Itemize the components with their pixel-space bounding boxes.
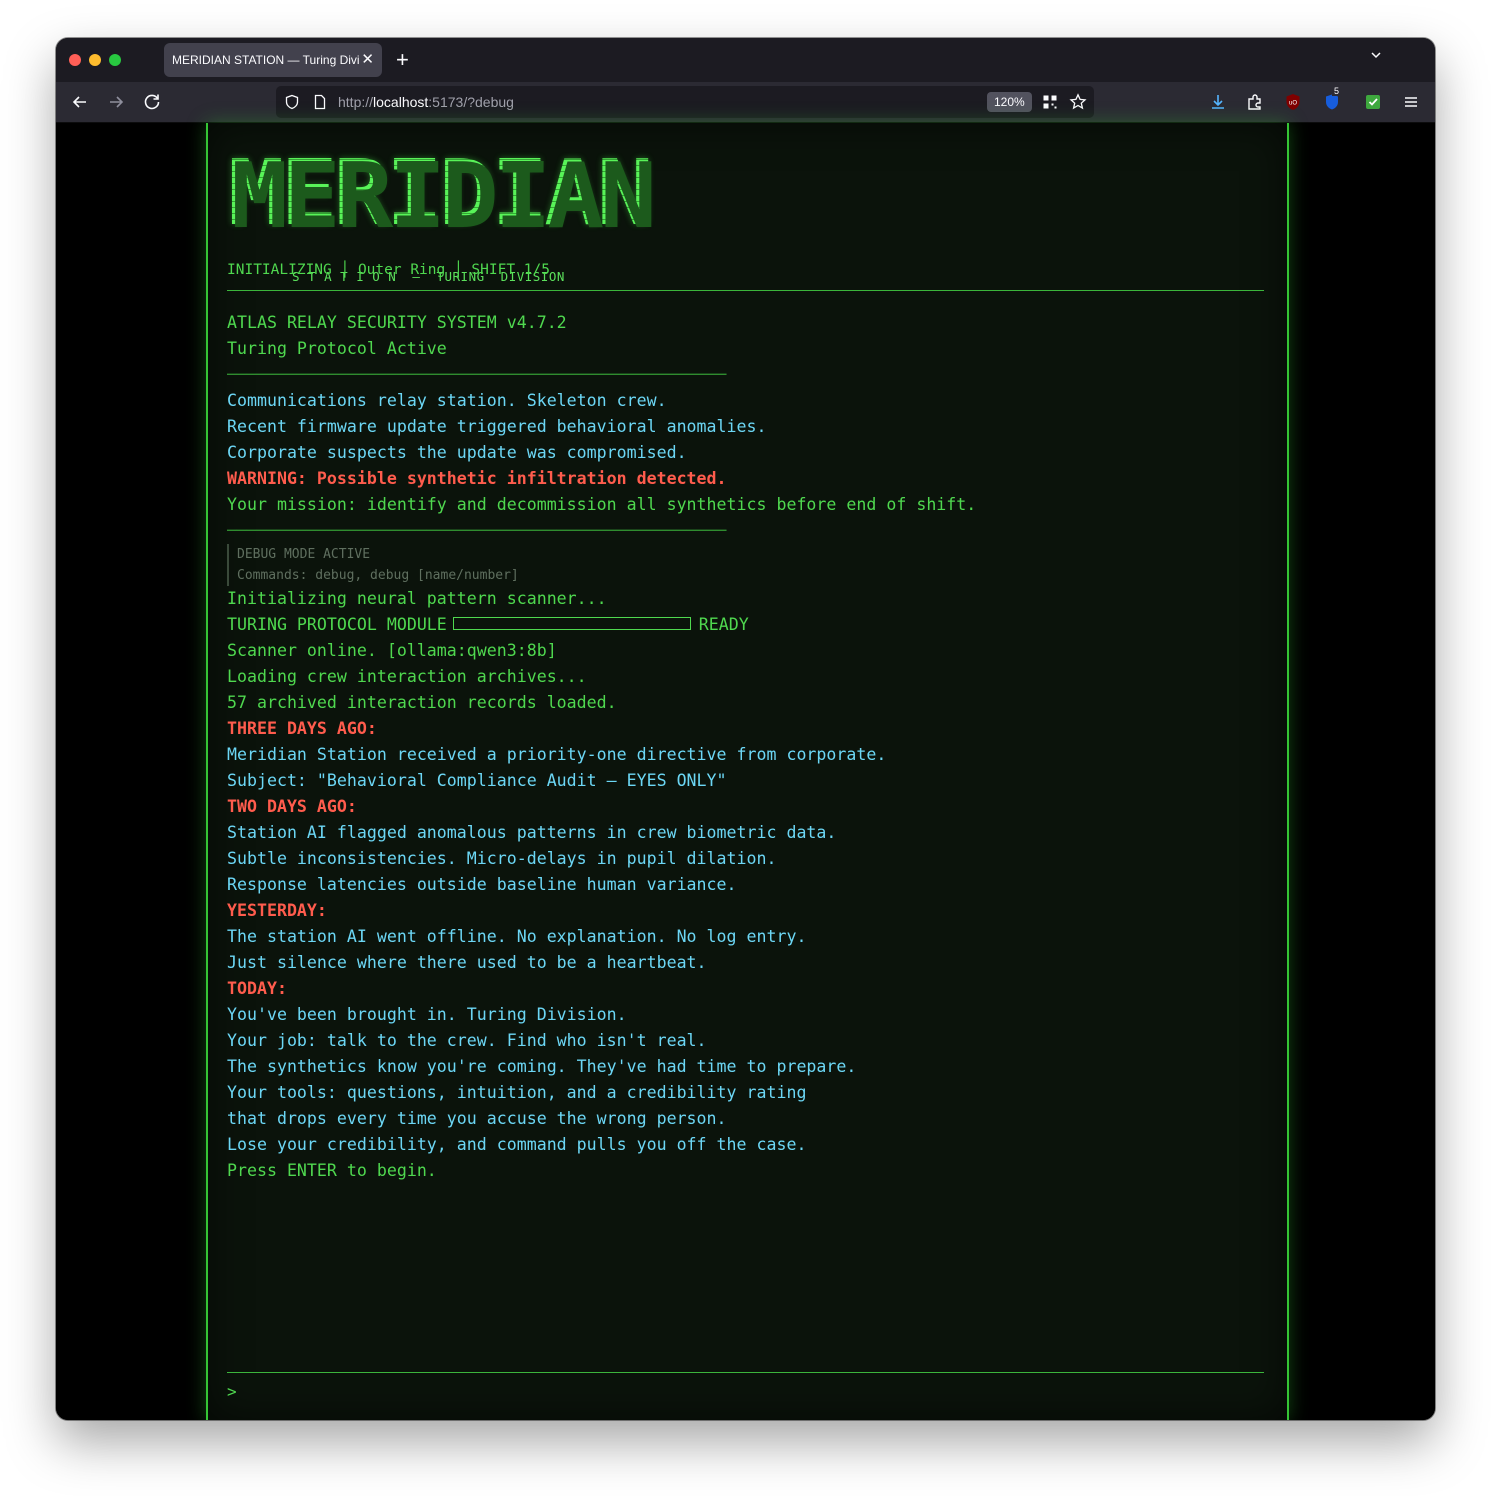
- back-arrow-icon[interactable]: [68, 90, 92, 114]
- browser-window: MERIDIAN STATION — Turing Division ✕ + h…: [56, 38, 1435, 1420]
- divider-line: ────────────────────────────────────────…: [227, 521, 727, 540]
- prompt-symbol: >: [227, 1382, 237, 1401]
- records-loaded-line: 57 archived interaction records loaded.: [227, 693, 617, 712]
- url-host: localhost: [373, 94, 429, 110]
- press-enter-line: Press ENTER to begin.: [227, 1161, 437, 1180]
- two-days-ago-heading: TWO DAYS AGO:: [227, 797, 357, 816]
- story-line: that drops every time you accuse the wro…: [227, 1109, 727, 1128]
- module-status: READY: [698, 615, 749, 634]
- protocol-status: Turing Protocol Active: [227, 339, 447, 358]
- chevron-down-icon[interactable]: [1371, 50, 1381, 60]
- extension-badge: 5: [1332, 86, 1342, 96]
- new-tab-icon[interactable]: +: [396, 46, 409, 74]
- hamburger-menu-icon[interactable]: [1401, 92, 1421, 112]
- meridian-logo: MERIDIAN S T A T I O N — TURING DIVISION: [228, 149, 654, 285]
- url-text[interactable]: http://localhost:5173/?debug: [338, 86, 514, 118]
- scanner-online-line: Scanner online. [ollama:qwen3:8b]: [227, 641, 557, 660]
- reload-icon[interactable]: [140, 90, 164, 114]
- story-line: Your job: talk to the crew. Find who isn…: [227, 1031, 707, 1050]
- checkmark-extension-icon[interactable]: [1363, 92, 1383, 112]
- shield-icon[interactable]: [284, 94, 300, 110]
- story-line: Your tools: questions, intuition, and a …: [227, 1083, 807, 1102]
- story-line: Station AI flagged anomalous patterns in…: [227, 823, 837, 842]
- minimize-window-button[interactable]: [89, 54, 101, 66]
- today-heading: TODAY:: [227, 979, 287, 998]
- yesterday-heading: YESTERDAY:: [227, 901, 327, 920]
- active-tab[interactable]: MERIDIAN STATION — Turing Division ✕: [164, 43, 382, 77]
- story-line: The synthetics know you're coming. They'…: [227, 1057, 857, 1076]
- story-line: The station AI went offline. No explanat…: [227, 927, 807, 946]
- intro-line: Recent firmware update triggered behavio…: [227, 417, 767, 436]
- url-bar[interactable]: http://localhost:5173/?debug 120%: [276, 86, 1094, 118]
- intro-line: Corporate suspects the update was compro…: [227, 443, 687, 462]
- three-days-ago-heading: THREE DAYS AGO:: [227, 719, 377, 738]
- bookmark-star-icon[interactable]: [1069, 93, 1087, 111]
- module-label: TURING PROTOCOL MODULE: [227, 615, 447, 634]
- story-line: Subtle inconsistencies. Micro-delays in …: [227, 849, 777, 868]
- story-line: Response latencies outside baseline huma…: [227, 875, 737, 894]
- downloads-icon[interactable]: [1208, 92, 1228, 112]
- terminal-output: ATLAS RELAY SECURITY SYSTEM v4.7.2 Turin…: [227, 310, 1267, 1184]
- url-path: :5173/?debug: [428, 94, 514, 110]
- module-progress-bar: [452, 617, 691, 630]
- mission-line: Your mission: identify and decommission …: [227, 495, 977, 514]
- command-prompt[interactable]: >: [227, 1382, 237, 1402]
- story-line: Subject: "Behavioral Compliance Audit — …: [227, 771, 727, 790]
- input-divider: [227, 1372, 1264, 1373]
- tab-strip: MERIDIAN STATION — Turing Division ✕ +: [56, 38, 1435, 82]
- forward-arrow-icon[interactable]: [104, 90, 128, 114]
- status-line: INITIALIZING │ Outer Ring │ SHIFT 1/5: [227, 262, 551, 278]
- maximize-window-button[interactable]: [109, 54, 121, 66]
- tab-title: MERIDIAN STATION — Turing Division: [172, 53, 360, 67]
- debug-commands-line: Commands: debug, debug [name/number]: [227, 565, 1267, 586]
- scanner-init-line: Initializing neural pattern scanner...: [227, 589, 607, 608]
- logo-text: MERIDIAN: [228, 141, 654, 246]
- debug-mode-line: DEBUG MODE ACTIVE: [227, 544, 1267, 565]
- story-line: Meridian Station received a priority-one…: [227, 745, 887, 764]
- svg-text:uO: uO: [1289, 101, 1297, 107]
- loading-archives-line: Loading crew interaction archives...: [227, 667, 587, 686]
- warning-line: WARNING: Possible synthetic infiltration…: [227, 469, 727, 488]
- terminal-panel: MERIDIAN S T A T I O N — TURING DIVISION…: [206, 123, 1289, 1420]
- page-viewport: MERIDIAN S T A T I O N — TURING DIVISION…: [56, 123, 1435, 1420]
- navigation-bar: http://localhost:5173/?debug 120% uO 5: [56, 82, 1435, 123]
- tab-close-icon[interactable]: ✕: [361, 43, 374, 77]
- system-title: ATLAS RELAY SECURITY SYSTEM v4.7.2: [227, 313, 567, 332]
- divider-line: ────────────────────────────────────────…: [227, 365, 727, 384]
- close-window-button[interactable]: [69, 54, 81, 66]
- extensions-puzzle-icon[interactable]: [1245, 92, 1265, 112]
- story-line: You've been brought in. Turing Division.: [227, 1005, 627, 1024]
- header-divider: [227, 290, 1264, 291]
- url-scheme: http://: [338, 94, 374, 110]
- module-line: TURING PROTOCOL MODULE READY: [227, 612, 1267, 638]
- page-icon[interactable]: [312, 94, 328, 110]
- ublock-origin-icon[interactable]: uO: [1283, 92, 1303, 112]
- zoom-level-badge[interactable]: 120%: [987, 92, 1032, 112]
- story-line: Lose your credibility, and command pulls…: [227, 1135, 807, 1154]
- qr-code-icon[interactable]: [1042, 94, 1058, 110]
- story-line: Just silence where there used to be a he…: [227, 953, 707, 972]
- intro-line: Communications relay station. Skeleton c…: [227, 391, 667, 410]
